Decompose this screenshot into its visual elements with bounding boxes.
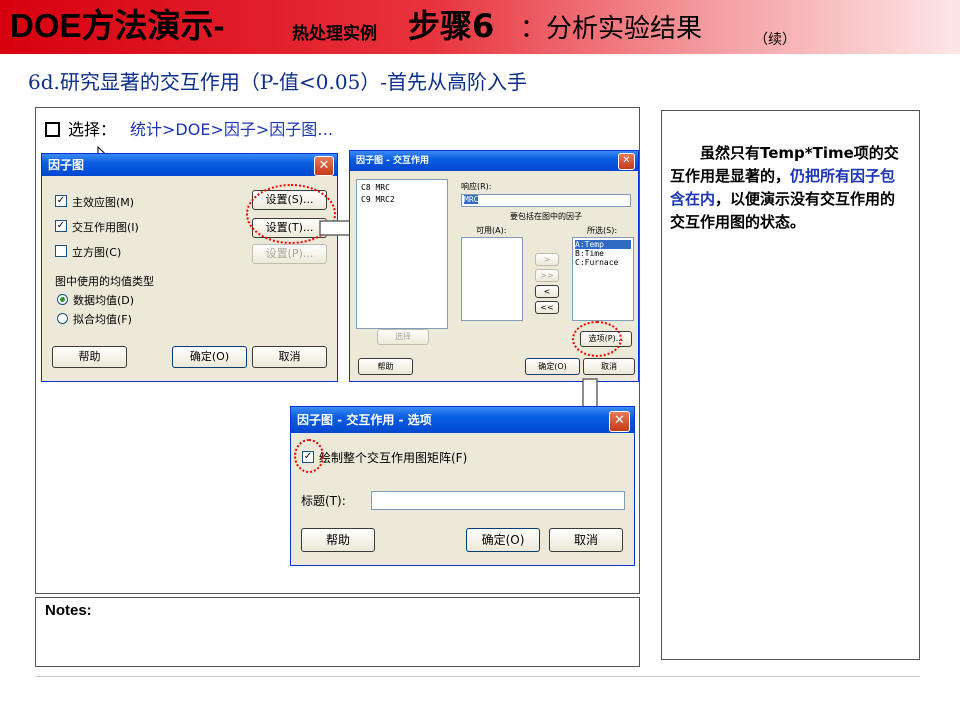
- column-item[interactable]: C9 MRC2: [357, 195, 447, 204]
- cancel-button[interactable]: 取消: [549, 528, 623, 552]
- menu-path-text: 统计>DOE>因子>因子图…: [130, 120, 334, 139]
- response-value: MRC: [464, 195, 479, 204]
- select-button[interactable]: 选择: [377, 329, 429, 345]
- main-effects-label: 主效应图(M): [72, 196, 135, 209]
- title-label: 标题(T):: [301, 494, 346, 508]
- selected-factor[interactable]: A:Temp: [575, 240, 631, 249]
- available-label: 可用(A):: [476, 226, 507, 235]
- slide-subtitle: 6d.研究显著的交互作用（P-值<0.05）-首先从高阶入手: [28, 70, 528, 94]
- highlight-circle: [294, 439, 324, 473]
- notes-frame: [35, 597, 640, 667]
- close-icon[interactable]: ✕: [618, 153, 635, 170]
- selected-factor[interactable]: C:Furnace: [575, 258, 631, 267]
- column-item[interactable]: C8 MRC: [357, 180, 447, 195]
- response-input[interactable]: MRC: [461, 194, 631, 207]
- close-icon[interactable]: ✕: [609, 411, 630, 432]
- response-label: 响应(R):: [461, 182, 492, 191]
- cube-plot-label: 立方图(C): [72, 246, 122, 259]
- main-effects-checkbox[interactable]: ✓: [55, 195, 67, 207]
- selected-factor[interactable]: B:Time: [575, 249, 631, 258]
- draw-full-matrix-label: 绘制整个交互作用图矩阵(F): [319, 451, 468, 465]
- interaction-dialog: 因子图 - 交互作用 ✕ C8 MRC C9 MRC2 响应(R): MRC 要…: [349, 150, 639, 382]
- help-button[interactable]: 帮助: [52, 346, 127, 368]
- selected-label: 所选(S):: [587, 226, 618, 235]
- bottom-divider: [35, 676, 920, 677]
- move-left-button[interactable]: <: [535, 285, 559, 298]
- data-means-radio[interactable]: [57, 294, 68, 305]
- cancel-button[interactable]: 取消: [252, 346, 327, 368]
- title-input[interactable]: [371, 491, 625, 510]
- data-means-label: 数据均值(D): [73, 294, 135, 307]
- help-button[interactable]: 帮助: [301, 528, 375, 552]
- notes-label: Notes:: [45, 602, 92, 619]
- close-icon[interactable]: ✕: [314, 156, 334, 176]
- ok-button[interactable]: 确定(O): [525, 358, 580, 375]
- mean-type-label: 图中使用的均值类型: [55, 275, 154, 288]
- highlight-circle: [572, 321, 622, 357]
- slide-title-step: 步骤6: [408, 7, 495, 45]
- available-factors-list[interactable]: [461, 237, 523, 321]
- interaction-options-dialog-title: 因子图 - 交互作用 - 选项: [291, 407, 634, 433]
- slide-title-colon: ：分析实验结果: [520, 14, 703, 44]
- columns-list[interactable]: C8 MRC C9 MRC2: [356, 179, 448, 329]
- help-button[interactable]: 帮助: [358, 358, 413, 375]
- menu-path: 选择： 统计>DOE>因子>因子图…: [45, 116, 333, 140]
- selected-factors-list[interactable]: A:Temp B:Time C:Furnace: [572, 237, 634, 321]
- move-right-button[interactable]: >: [535, 253, 559, 266]
- ok-button[interactable]: 确定(O): [466, 528, 540, 552]
- cube-plot-checkbox[interactable]: [55, 245, 67, 257]
- move-all-right-button[interactable]: >>: [535, 269, 559, 282]
- fitted-means-label: 拟合均值(F): [73, 313, 132, 326]
- factorial-plots-dialog: 因子图 ✕ ✓ 主效应图(M) ✓ 交互作用图(I) 立方图(C) 设置(S).…: [41, 153, 338, 382]
- interaction-dialog-title: 因子图 - 交互作用: [350, 151, 638, 171]
- include-factors-label: 要包括在图中的因子: [510, 212, 582, 221]
- interaction-plot-checkbox[interactable]: ✓: [55, 220, 67, 232]
- slide-title-cont: （续）: [754, 32, 796, 48]
- ok-button[interactable]: 确定(O): [172, 346, 247, 368]
- menu-prefix: 选择：: [68, 120, 117, 139]
- slide-title-bar: DOE方法演示- 热处理实例 步骤6 ：分析实验结果 （续）: [0, 0, 960, 54]
- interaction-options-dialog: 因子图 - 交互作用 - 选项 ✕ ✓ 绘制整个交互作用图矩阵(F) 标题(T)…: [290, 406, 635, 566]
- move-all-left-button[interactable]: <<: [535, 301, 559, 314]
- side-note-text: 虽然只有Temp*Time项的交互作用是显著的，仍把所有因子包含在内，以便演示没…: [670, 142, 910, 234]
- setup-cube-button[interactable]: 设置(P)...: [252, 244, 327, 264]
- fitted-means-radio[interactable]: [57, 313, 68, 324]
- cancel-button[interactable]: 取消: [583, 358, 635, 375]
- checkbox-bullet-icon: [45, 121, 60, 137]
- interaction-plot-label: 交互作用图(I): [72, 221, 139, 234]
- slide-title-small: 热处理实例: [292, 24, 377, 44]
- slide-title-main: DOE方法演示-: [10, 7, 225, 44]
- factorial-plots-dialog-title: 因子图: [42, 154, 337, 176]
